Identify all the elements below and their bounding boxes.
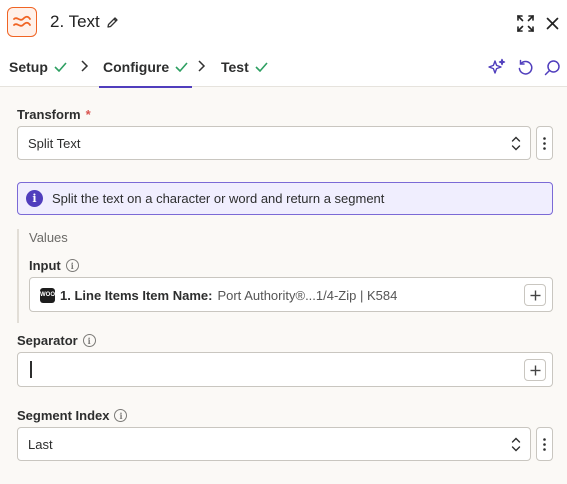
segment-index-select[interactable]: Last	[17, 427, 531, 461]
chevron-right-icon	[198, 60, 206, 72]
transform-label: Transform *	[17, 107, 91, 122]
tab-test[interactable]: Test	[221, 46, 268, 87]
chevron-right-icon	[81, 60, 89, 72]
info-circle-icon[interactable]: i	[65, 259, 79, 272]
info-text: Split the text on a character or word an…	[52, 191, 385, 206]
check-icon	[255, 61, 268, 72]
separator-label: Separator i	[17, 333, 96, 348]
segment-index-more-button[interactable]	[536, 427, 553, 461]
mapped-field-pill[interactable]: WOO 1. Line Items Item Name: Port Author…	[40, 285, 397, 305]
check-icon	[175, 61, 188, 72]
segment-index-label-text: Segment Index	[17, 408, 110, 423]
tab-label: Configure	[103, 58, 170, 75]
insert-data-button[interactable]	[524, 284, 546, 306]
pencil-icon[interactable]	[106, 16, 119, 29]
kebab-icon	[543, 437, 546, 451]
step-header: 2. Text	[0, 0, 567, 46]
undo-icon[interactable]	[515, 57, 535, 77]
step-title-text: 2. Text	[50, 12, 100, 31]
check-icon	[54, 61, 67, 72]
text-cursor	[30, 361, 32, 378]
search-icon[interactable]	[542, 57, 562, 77]
tab-label: Test	[221, 58, 249, 75]
info-circle-icon[interactable]: i	[82, 334, 96, 347]
values-group-rail	[17, 229, 19, 323]
step-tabs: Setup Configure Test	[0, 46, 567, 88]
step-title[interactable]: 2. Text	[50, 12, 119, 32]
transform-select-value: Split Text	[28, 135, 81, 151]
info-circle-icon[interactable]: i	[114, 409, 128, 422]
tab-setup[interactable]: Setup	[9, 46, 67, 87]
woocommerce-icon: WOO	[40, 287, 55, 303]
formatter-app-icon	[7, 7, 37, 37]
plus-icon	[530, 365, 540, 375]
input-label: Input i	[29, 258, 79, 273]
updown-chevron-icon	[511, 437, 521, 452]
pill-value: Port Authority®...1/4-Zip | K584	[217, 287, 398, 303]
required-mark: *	[85, 107, 91, 122]
sparkle-icon[interactable]	[486, 57, 506, 77]
separator-field[interactable]	[17, 352, 553, 387]
pill-key: 1. Line Items Item Name:	[60, 287, 213, 303]
plus-icon	[530, 290, 540, 300]
transform-more-button[interactable]	[536, 126, 553, 160]
separator-label-text: Separator	[17, 333, 78, 348]
tab-label: Setup	[9, 58, 48, 75]
kebab-icon	[543, 136, 546, 150]
transform-info-box: i Split the text on a character or word …	[17, 182, 553, 215]
insert-data-button[interactable]	[524, 359, 546, 381]
values-title: Values	[29, 230, 68, 245]
info-icon: i	[26, 190, 43, 207]
transform-select[interactable]: Split Text	[17, 126, 531, 160]
formatter-wave-icon	[13, 15, 31, 27]
segment-index-label: Segment Index i	[17, 408, 128, 423]
input-label-text: Input	[29, 258, 61, 273]
expand-icon[interactable]	[515, 13, 535, 33]
segment-index-value: Last	[28, 436, 53, 452]
tab-configure[interactable]: Configure	[98, 46, 193, 88]
updown-chevron-icon	[511, 136, 521, 151]
close-icon[interactable]	[542, 13, 562, 33]
input-field[interactable]: WOO 1. Line Items Item Name: Port Author…	[29, 277, 553, 312]
transform-label-text: Transform	[17, 107, 81, 122]
